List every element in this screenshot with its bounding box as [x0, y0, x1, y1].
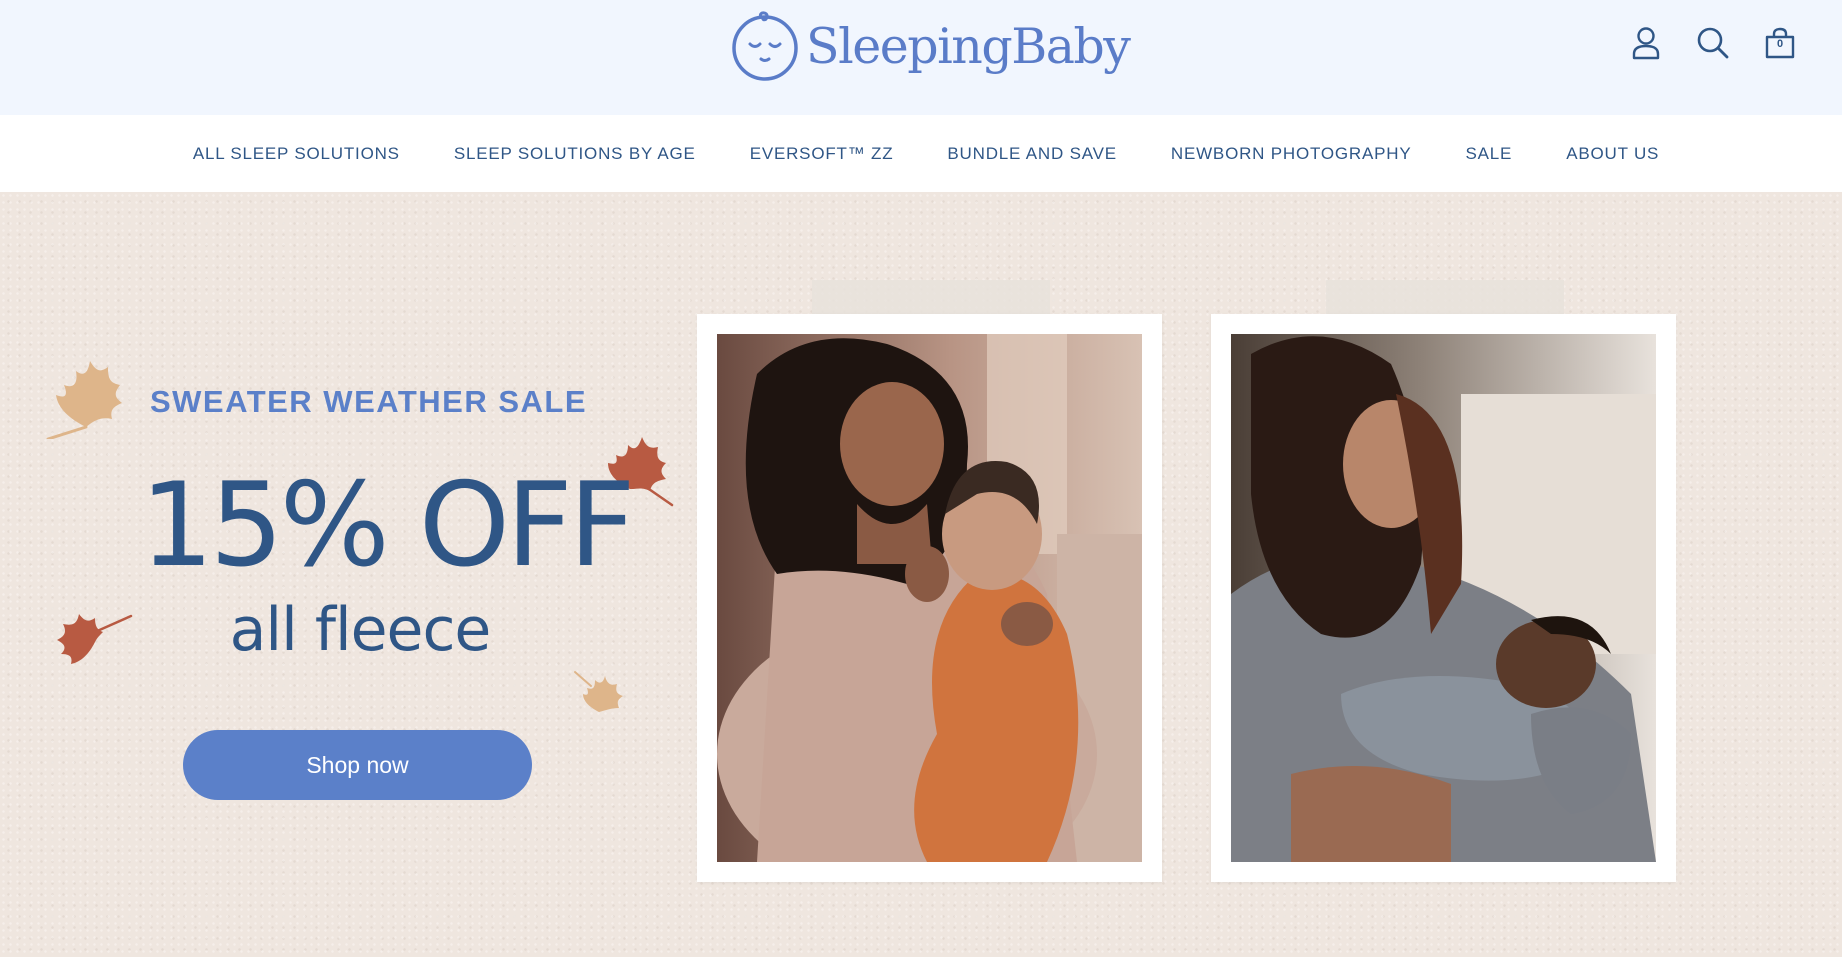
brand-name: SleepingBaby — [806, 17, 1131, 75]
sale-subline: all fleece — [229, 595, 492, 665]
cart-count-badge: 0 — [1776, 38, 1784, 50]
shop-now-button[interactable]: Shop now — [183, 730, 532, 800]
mother-newborn-photo — [1231, 334, 1656, 862]
tan-leaf-icon — [574, 671, 623, 712]
main-navigation: ALL SLEEP SOLUTIONS SLEEP SOLUTIONS BY A… — [0, 115, 1842, 192]
nav-item-all-sleep-solutions[interactable]: ALL SLEEP SOLUTIONS — [193, 144, 400, 164]
rust-leaf-icon — [57, 614, 133, 664]
sale-headline: 15% OFF — [140, 458, 635, 593]
nav-item-sale[interactable]: SALE — [1466, 144, 1513, 164]
cart-icon[interactable]: 0 — [1762, 25, 1798, 61]
photo-frame — [1211, 314, 1676, 882]
nav-item-about-us[interactable]: ABOUT US — [1566, 144, 1659, 164]
sale-eyebrow: SWEATER WEATHER SALE — [150, 384, 588, 419]
nav-item-sleep-solutions-by-age[interactable]: SLEEP SOLUTIONS BY AGE — [454, 144, 696, 164]
mother-baby-photo — [717, 334, 1142, 862]
search-icon[interactable] — [1695, 25, 1731, 61]
site-header: SleepingBaby 0 — [0, 0, 1842, 115]
hero-banner: SWEATER WEATHER SALE 15% OFF all fleece … — [0, 192, 1842, 957]
brand-logo[interactable]: SleepingBaby — [728, 8, 1131, 82]
nav-item-bundle-and-save[interactable]: BUNDLE AND SAVE — [947, 144, 1116, 164]
account-icon[interactable] — [1628, 25, 1664, 61]
nav-item-newborn-photography[interactable]: NEWBORN PHOTOGRAPHY — [1171, 144, 1412, 164]
tape-strip — [812, 280, 1050, 318]
header-actions: 0 — [1628, 25, 1798, 61]
tan-leaf-icon — [46, 361, 122, 439]
tape-strip — [1326, 280, 1564, 318]
photo-frame — [697, 314, 1162, 882]
sleeping-baby-face-icon — [732, 11, 798, 81]
nav-item-eversoft-zz[interactable]: EVERSOFT™ ZZ — [750, 144, 894, 164]
